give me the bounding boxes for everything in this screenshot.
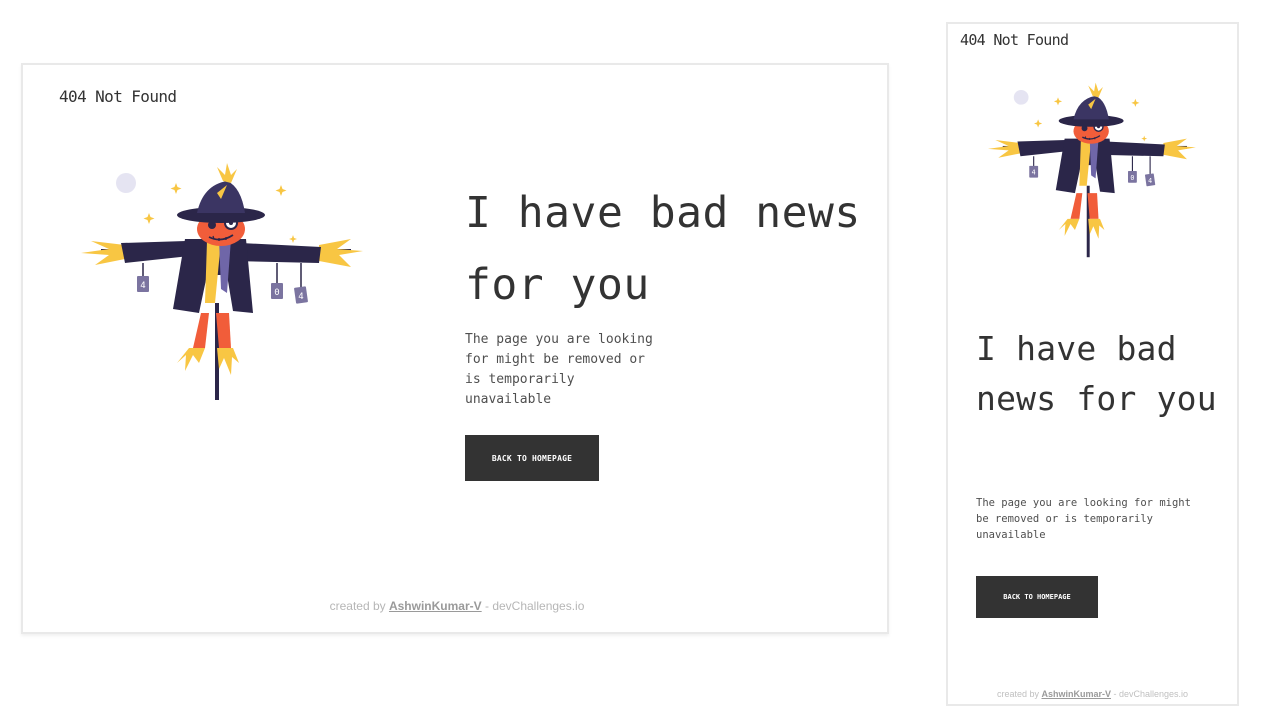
- scarecrow-illustration: [988, 82, 1198, 260]
- screenshot-stage: 404 Not Found I have bad news for you Th…: [0, 0, 1280, 720]
- brand-title[interactable]: 404 Not Found: [59, 87, 177, 106]
- scarecrow-illustration: [81, 163, 366, 403]
- footer-suffix: - devChallenges.io: [481, 599, 585, 613]
- footer-prefix: created by: [329, 599, 389, 613]
- footer-credit: created by AshwinKumar-V - devChallenges…: [23, 599, 887, 613]
- author-link[interactable]: AshwinKumar-V: [389, 599, 482, 613]
- mobile-preview: 404 Not Found I have bad news for you Th…: [946, 22, 1239, 706]
- footer-suffix: - devChallenges.io: [1111, 689, 1189, 699]
- page-headline: I have bad news for you: [465, 188, 861, 310]
- brand-title[interactable]: 404 Not Found: [960, 31, 1069, 49]
- error-message: The page you are looking for might be re…: [465, 332, 653, 407]
- error-message: The page you are looking for might be re…: [976, 497, 1191, 541]
- back-to-homepage-button[interactable]: BACK TO HOMEPAGE: [976, 576, 1098, 618]
- desktop-preview: 404 Not Found I have bad news for you Th…: [21, 63, 889, 634]
- back-to-homepage-button[interactable]: BACK TO HOMEPAGE: [465, 435, 599, 481]
- author-link[interactable]: AshwinKumar-V: [1041, 689, 1111, 699]
- page-headline: I have bad news for you: [976, 329, 1217, 418]
- footer-prefix: created by: [996, 689, 1042, 699]
- footer-credit: created by AshwinKumar-V - devChallenges…: [948, 689, 1237, 699]
